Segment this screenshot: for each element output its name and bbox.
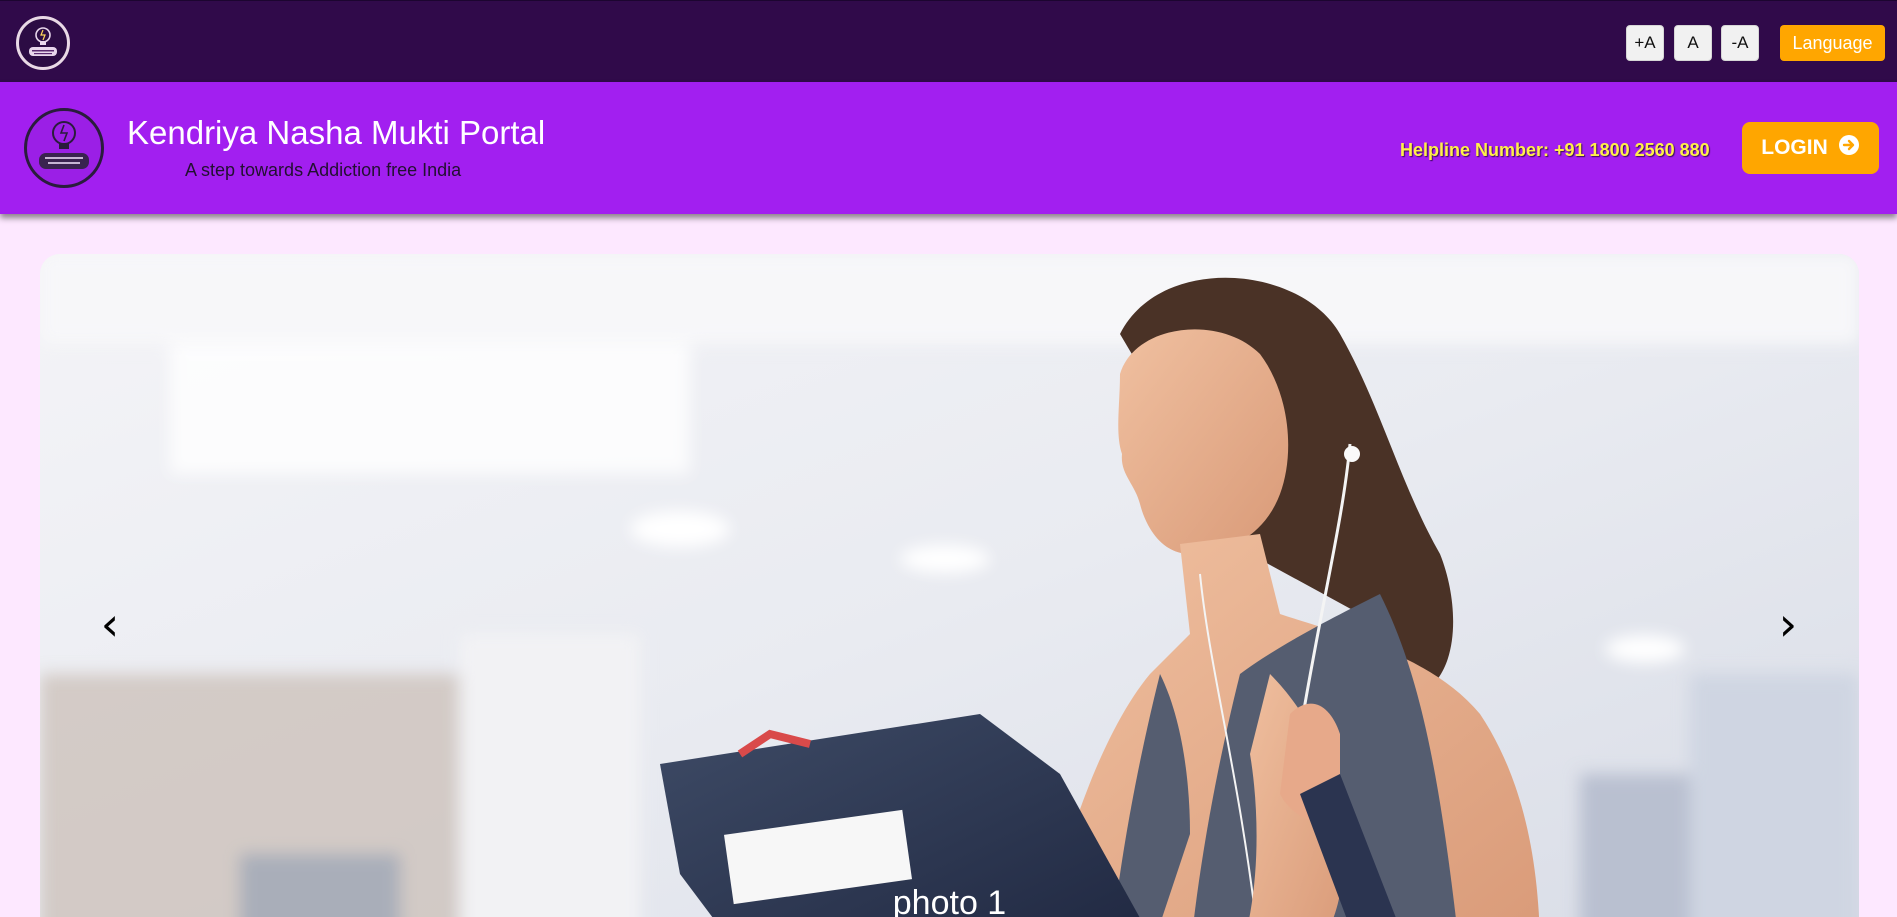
helpline-number: Helpline Number: +91 1800 2560 880 [1400, 140, 1710, 160]
carousel-next-button[interactable]: › [1768, 594, 1808, 654]
login-button[interactable]: LOGIN [1742, 122, 1879, 174]
site-header: Kendriya Nasha Mukti Portal A step towar… [0, 82, 1897, 214]
top-bar: +A A -A Language [0, 0, 1897, 82]
site-title: Kendriya Nasha Mukti Portal [127, 114, 546, 151]
language-button[interactable]: Language [1780, 25, 1885, 61]
chevron-left-icon: ‹ [100, 597, 120, 651]
arrow-right-circle-icon [1838, 134, 1860, 162]
carousel-caption: photo 1 [892, 884, 1007, 917]
carousel-prev-button[interactable]: ‹ [90, 594, 130, 654]
site-logo[interactable] [24, 108, 104, 188]
font-increase-button[interactable]: +A [1626, 25, 1664, 61]
lightbulb-logo-icon [29, 27, 57, 56]
carousel-slide-image [40, 254, 1859, 917]
hero-carousel[interactable]: ‹ › photo 1 [40, 254, 1859, 917]
chevron-right-icon: › [1778, 597, 1798, 651]
font-decrease-button[interactable]: -A [1721, 25, 1759, 61]
lightbulb-logo-icon [39, 121, 89, 169]
login-label: LOGIN [1761, 136, 1828, 159]
site-tagline: A step towards Addiction free India [185, 160, 462, 180]
font-normal-button[interactable]: A [1674, 25, 1712, 61]
site-logo-small[interactable] [16, 16, 70, 70]
